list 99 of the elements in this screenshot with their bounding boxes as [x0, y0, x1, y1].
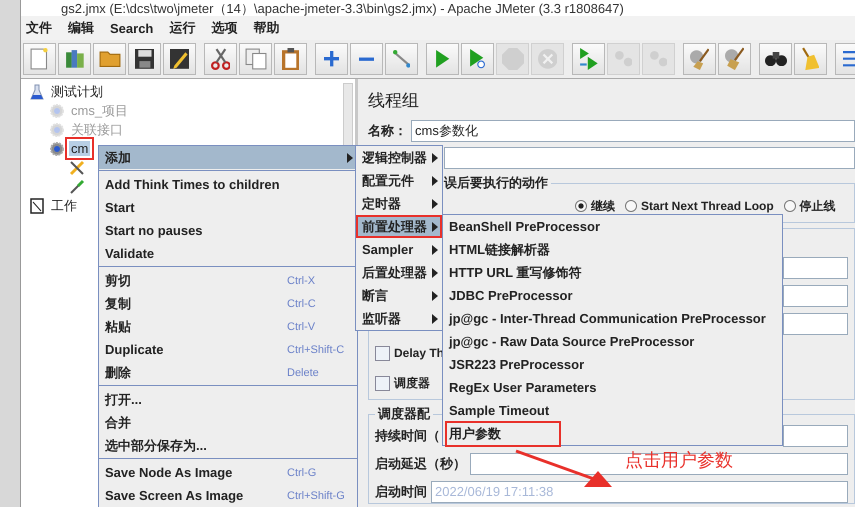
- menu-item[interactable]: 定时器: [356, 192, 442, 215]
- menu-item[interactable]: 添加: [99, 146, 357, 169]
- menu-item[interactable]: jp@gc - Raw Data Source PreProcessor: [443, 330, 772, 353]
- field-label: 启动时间: [375, 483, 427, 501]
- pencil-icon: [170, 49, 190, 69]
- field-label: 持续时间（: [375, 427, 440, 445]
- panel-title: 线程组: [368, 90, 420, 112]
- menu-item[interactable]: HTML链接解析器: [443, 238, 772, 261]
- remote-play-icon: [579, 48, 598, 70]
- menu-item[interactable]: 前置处理器: [356, 215, 442, 238]
- copy-icon: [244, 48, 266, 70]
- menu-item[interactable]: 选中部分保存为...: [99, 434, 357, 457]
- toolbar-button[interactable]: [274, 43, 307, 75]
- name-field[interactable]: cms参数化: [411, 120, 855, 142]
- tree-node[interactable]: cm: [69, 141, 90, 156]
- input-field[interactable]: [783, 313, 848, 335]
- toolbar-button[interactable]: [163, 43, 196, 75]
- submenu-arrow-icon: [432, 176, 438, 186]
- menu-item[interactable]: 文件: [26, 19, 52, 37]
- menu-item[interactable]: Add Think Times to children: [99, 173, 357, 196]
- submenu-arrow-icon: [432, 198, 438, 208]
- menu-item[interactable]: 删除 Delete: [99, 361, 357, 384]
- radio-button[interactable]: [625, 200, 637, 212]
- binoculars-icon: [764, 52, 786, 66]
- toolbar-button[interactable]: [759, 43, 792, 75]
- broom-icon: [724, 47, 744, 71]
- menu-item[interactable]: HTTP URL 重写修饰符: [443, 261, 772, 284]
- group-title: 误后要执行的动作: [442, 174, 549, 192]
- save-icon: [134, 49, 154, 69]
- plus-icon: [324, 51, 340, 67]
- menu-item[interactable]: 编辑: [68, 19, 94, 37]
- folder-icon: [98, 50, 120, 68]
- menu-item[interactable]: Sampler: [356, 238, 442, 261]
- menu-item[interactable]: RegEx User Parameters: [443, 376, 772, 399]
- scissors-icon: [210, 48, 230, 70]
- input-field[interactable]: [783, 285, 848, 307]
- submenu-arrow-icon: [347, 152, 353, 162]
- play-icon: [435, 50, 450, 68]
- menu-item[interactable]: Search: [110, 20, 154, 36]
- submenu-arrow-icon: [432, 222, 438, 232]
- clipboard-icon: [282, 48, 300, 70]
- page-icon: [30, 48, 49, 70]
- menu-item[interactable]: 运行: [169, 19, 196, 37]
- broom-icon: [802, 47, 820, 71]
- close-icon: [538, 49, 558, 69]
- menu-item[interactable]: Validate: [99, 242, 357, 265]
- radio-button[interactable]: [575, 200, 587, 212]
- radio-label: 继续: [591, 198, 615, 214]
- menu-item[interactable]: 监听器: [356, 307, 442, 330]
- menu-item[interactable]: BeanShell PreProcessor: [443, 215, 772, 238]
- submenu-arrow-icon: [432, 152, 438, 162]
- radio-button[interactable]: [784, 200, 796, 212]
- menu-item[interactable]: 配置元件: [356, 169, 442, 192]
- tree-node[interactable]: 工作: [49, 196, 79, 214]
- menu-item[interactable]: 打开...: [99, 388, 357, 411]
- radio-label: 停止线: [800, 198, 836, 214]
- checkbox[interactable]: [375, 346, 390, 360]
- menu-item[interactable]: 断言: [356, 284, 442, 307]
- submenu-arrow-icon: [432, 268, 438, 278]
- checkbox-label: 调度器: [394, 374, 430, 392]
- menu-item[interactable]: Save Node As Image Ctrl-G: [99, 461, 357, 484]
- books-icon: [64, 49, 84, 69]
- menu-item[interactable]: Start: [99, 196, 357, 219]
- submenu-arrow-icon: [432, 244, 438, 254]
- menu-item[interactable]: 用户参数: [443, 422, 772, 445]
- list-icon: [842, 51, 855, 67]
- minus-icon: [358, 56, 374, 62]
- input-field[interactable]: [783, 257, 848, 279]
- menu-item[interactable]: Start no pauses: [99, 219, 357, 242]
- broom-icon: [690, 48, 710, 70]
- wand-icon: [392, 50, 410, 68]
- menu-item[interactable]: 复制 Ctrl-C: [99, 292, 357, 315]
- menu-item[interactable]: Save Screen As Image Ctrl+Shift-G: [99, 484, 357, 507]
- menu-item[interactable]: JSR223 PreProcessor: [443, 353, 772, 376]
- group-title: 调度器配: [376, 405, 432, 423]
- menu-item[interactable]: jp@gc - Inter-Thread Communication PreProcessor: [443, 307, 772, 330]
- menu-item[interactable]: 选项: [211, 19, 238, 37]
- menu-item[interactable]: Duplicate Ctrl+Shift-C: [99, 338, 357, 361]
- field-label: 启动延迟（秒）: [375, 455, 466, 473]
- annotation-text: 点击用户参数: [625, 449, 733, 472]
- field-label: 名称：: [368, 122, 407, 140]
- menu-item[interactable]: 逻辑控制器: [356, 146, 442, 169]
- window-title: gs2.jmx (E:\dcs\two\jmeter（14）\apache-jmeter-3.3\bin\gs2.jmx) - Apache JMeter (3.3 r1808647): [61, 1, 624, 16]
- toolbar-button[interactable]: [128, 43, 161, 75]
- menu-item[interactable]: JDBC PreProcessor: [443, 284, 772, 307]
- radio-label: Start Next Thread Loop: [641, 199, 774, 213]
- menu-item[interactable]: 合并: [99, 411, 357, 434]
- menu-item[interactable]: 剪切 Ctrl-X: [99, 269, 357, 292]
- checkbox[interactable]: [375, 376, 390, 390]
- menu-item[interactable]: 粘贴 Ctrl-V: [99, 315, 357, 338]
- menu-item[interactable]: 后置处理器: [356, 261, 442, 284]
- comment-field[interactable]: [444, 147, 855, 169]
- menu-item[interactable]: Sample Timeout: [443, 399, 772, 422]
- submenu-arrow-icon: [432, 314, 438, 324]
- submenu-arrow-icon: [432, 290, 438, 300]
- menu-item[interactable]: 帮助: [253, 19, 280, 37]
- play-icon: [469, 49, 486, 69]
- tree-node[interactable]: 测试计划: [49, 82, 105, 100]
- input-field[interactable]: [783, 425, 848, 447]
